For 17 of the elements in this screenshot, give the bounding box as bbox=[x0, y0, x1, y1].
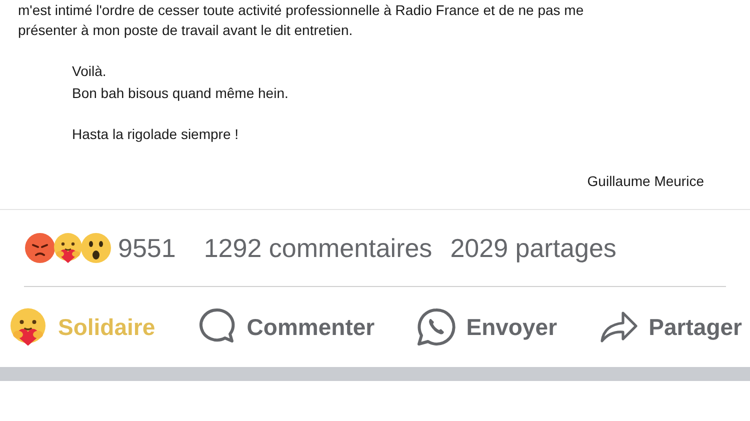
angry-face-icon bbox=[24, 232, 56, 264]
whatsapp-button[interactable]: Envoyer bbox=[416, 307, 558, 347]
share-count[interactable]: 2029 partages bbox=[450, 228, 616, 268]
document-text: présenter à mon poste de travail avant le dit entretien. bbox=[18, 21, 354, 40]
signature-text: Guillaume Meurice bbox=[587, 172, 705, 191]
document-text: Hasta la rigolade siempre ! bbox=[71, 125, 240, 144]
share-button[interactable]: Partager bbox=[598, 309, 742, 345]
face-hugging-heart-icon bbox=[8, 307, 48, 347]
comment-button[interactable]: Commenter bbox=[196, 307, 375, 347]
reaction-count[interactable]: 9551 bbox=[118, 228, 176, 268]
document-text: Bon bah bisous quand même hein. bbox=[72, 84, 290, 103]
document-text: m'est intimé l'ordre de cesser toute activité professionnelle à Radio France et de ne pas me bbox=[18, 1, 585, 20]
share-arrow-icon bbox=[598, 309, 639, 345]
phone-bubble-icon bbox=[416, 307, 456, 347]
surprised-face-icon bbox=[80, 232, 112, 264]
document-text: Voilà. bbox=[72, 62, 108, 81]
comment-count[interactable]: 1292 commentaires bbox=[204, 228, 432, 268]
